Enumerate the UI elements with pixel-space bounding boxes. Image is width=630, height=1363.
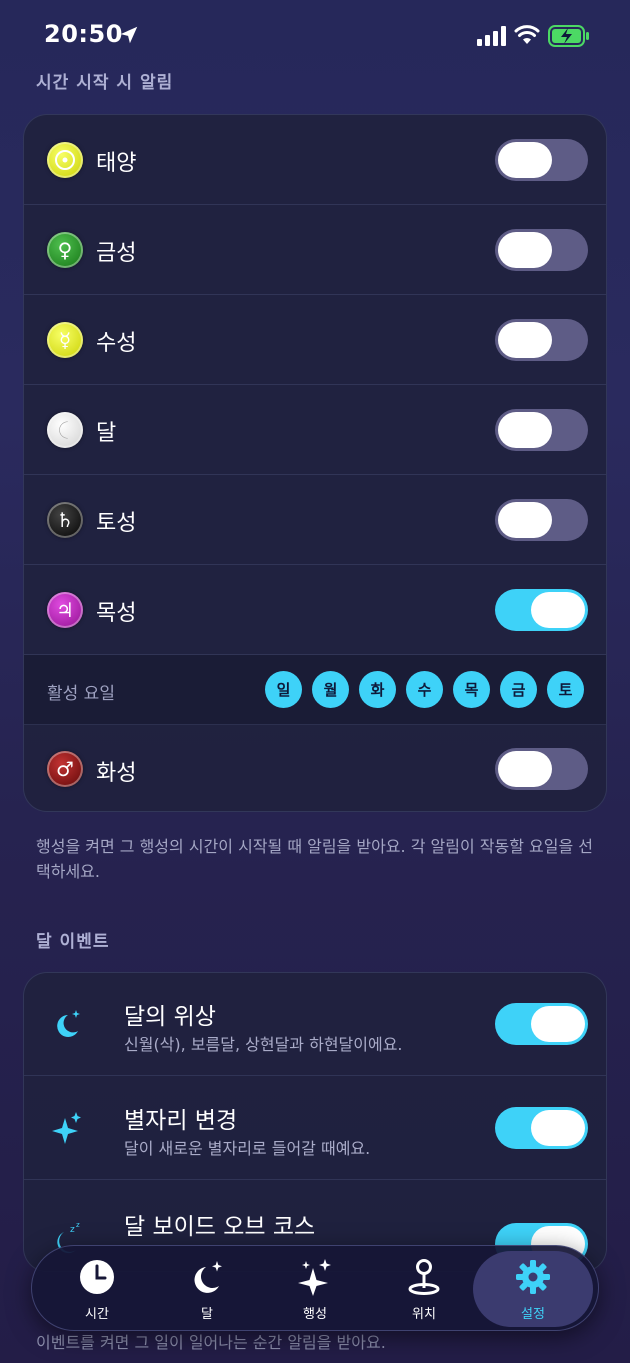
event-subtitle: 신월(삭), 보름달, 상현달과 하현달이에요.	[124, 1035, 403, 1054]
section-header-moon-events: 달 이벤트	[36, 932, 110, 952]
location-arrow-icon	[120, 26, 138, 44]
planet-label: 금성	[96, 241, 137, 266]
gear-icon	[516, 1260, 550, 1294]
mercury-toggle[interactable]	[495, 319, 588, 361]
svg-text:z: z	[70, 1225, 75, 1235]
wifi-icon	[514, 25, 540, 44]
event-title: 달 보이드 오브 코스	[124, 1214, 316, 1240]
active-days-row: 활성 요일 일 월 화 수 목 금 토	[24, 655, 606, 725]
moon-phase-toggle[interactable]	[495, 1003, 588, 1045]
toggle-knob	[498, 322, 552, 358]
planet-label: 목성	[96, 601, 137, 626]
venus-icon: ♀	[47, 232, 83, 268]
day-chip-mon[interactable]: 월	[312, 671, 349, 708]
tab-planets[interactable]: 행성	[260, 1251, 370, 1327]
planet-footnote: 행성을 켜면 그 행성의 시간이 시작될 때 알림을 받아요. 각 알림이 작동…	[36, 837, 593, 881]
sparkles-icon	[52, 1112, 81, 1144]
venus-toggle[interactable]	[495, 229, 588, 271]
mars-icon: ♂	[47, 751, 83, 787]
location-pin-icon	[408, 1259, 440, 1295]
moon-stars-icon	[57, 1010, 80, 1037]
planet-row-jupiter: ♃ 목성	[24, 565, 606, 655]
toggle-knob	[498, 412, 552, 448]
event-subtitle: 달이 새로운 별자리로 들어갈 때예요.	[124, 1139, 371, 1158]
toggle-knob	[498, 142, 552, 178]
planet-label: 화성	[96, 761, 137, 786]
planet-row-saturn: ♄ 토성	[24, 475, 606, 565]
event-title: 별자리 변경	[124, 1108, 238, 1134]
event-title: 달의 위상	[124, 1004, 216, 1030]
day-chip-sun[interactable]: 일	[265, 671, 302, 708]
sun-icon	[47, 142, 83, 178]
moon-icon	[47, 412, 83, 448]
tab-label: 시간	[85, 1307, 109, 1322]
planet-notifications-card: 태양 ♀ 금성 ☿ 수성 달 ♄ 토성 ♃ 목성 활성 요일 일 월 화 수 목…	[23, 114, 607, 812]
planet-label: 달	[96, 421, 117, 446]
toggle-knob	[498, 502, 552, 538]
cellular-signal-icon	[477, 26, 506, 46]
mercury-icon: ☿	[47, 322, 83, 358]
tab-label: 설정	[521, 1307, 545, 1322]
day-chip-fri[interactable]: 금	[500, 671, 537, 708]
moon-stars-icon	[194, 1261, 222, 1293]
planet-row-sun: 태양	[24, 115, 606, 205]
event-row-moon-phase: 달의 위상 신월(삭), 보름달, 상현달과 하현달이에요.	[24, 973, 606, 1076]
toggle-knob	[498, 232, 552, 268]
jupiter-icon: ♃	[47, 592, 83, 628]
planet-row-moon: 달	[24, 385, 606, 475]
jupiter-toggle[interactable]	[495, 589, 588, 631]
saturn-icon: ♄	[47, 502, 83, 538]
event-row-sign-change: 별자리 변경 달이 새로운 별자리로 들어갈 때예요.	[24, 1076, 606, 1180]
tab-label: 행성	[303, 1307, 327, 1322]
toggle-knob	[531, 1006, 585, 1042]
toggle-knob	[531, 592, 585, 628]
toggle-knob	[498, 751, 552, 787]
sun-toggle[interactable]	[495, 139, 588, 181]
sparkles-icon	[298, 1259, 331, 1296]
moon-toggle[interactable]	[495, 409, 588, 451]
status-time: 20:50	[44, 20, 123, 48]
saturn-toggle[interactable]	[495, 499, 588, 541]
tab-label: 달	[201, 1307, 213, 1322]
tab-time[interactable]: 시간	[42, 1251, 152, 1327]
toggle-knob	[531, 1110, 585, 1146]
mars-toggle[interactable]	[495, 748, 588, 790]
moon-events-card: 달의 위상 신월(삭), 보름달, 상현달과 하현달이에요. 별자리 변경 달이…	[23, 972, 607, 1272]
clock-icon	[80, 1260, 114, 1294]
section-header-planet-hours: 시간 시작 시 알림	[36, 73, 174, 93]
day-chip-wed[interactable]: 수	[406, 671, 443, 708]
planet-row-venus: ♀ 금성	[24, 205, 606, 295]
status-bar: 20:50	[0, 0, 630, 70]
active-days-label: 활성 요일	[47, 684, 115, 704]
day-chip-tue[interactable]: 화	[359, 671, 396, 708]
planet-row-mercury: ☿ 수성	[24, 295, 606, 385]
svg-text:z: z	[76, 1221, 80, 1229]
planet-label: 태양	[96, 151, 137, 176]
day-chip-sat[interactable]: 토	[547, 671, 584, 708]
moon-events-footnote: 이벤트를 켜면 그 일이 일어나는 순간 알림을 받아요.	[36, 1333, 386, 1352]
sign-change-toggle[interactable]	[495, 1107, 588, 1149]
planet-label: 토성	[96, 511, 137, 536]
planet-row-mars: ♂ 화성	[24, 725, 606, 811]
tab-settings[interactable]: 설정	[473, 1251, 593, 1327]
battery-charging-icon	[548, 25, 589, 47]
day-chip-thu[interactable]: 목	[453, 671, 490, 708]
tab-label: 위치	[412, 1307, 436, 1322]
planet-label: 수성	[96, 331, 137, 356]
tab-moon[interactable]: 달	[152, 1251, 262, 1327]
tab-bar: 시간 달 행성 위치 설정	[31, 1245, 599, 1331]
tab-location[interactable]: 위치	[369, 1251, 479, 1327]
